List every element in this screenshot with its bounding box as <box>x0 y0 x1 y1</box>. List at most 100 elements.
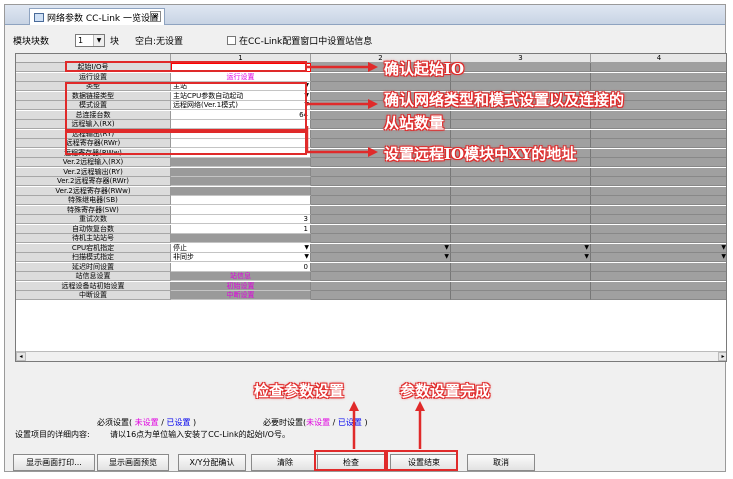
checkbox-icon[interactable] <box>227 36 236 45</box>
station1-cell[interactable] <box>171 158 311 167</box>
station-info-checkbox[interactable]: 在CC-Link配置窗口中设置站信息 <box>227 34 372 47</box>
table-row: 自动恢复台数 1 <box>16 224 726 234</box>
row-label: 自动恢复台数 <box>16 224 171 234</box>
print-button[interactable]: 显示画面打印... <box>13 454 95 471</box>
table-row: Ver.2远程输出(RY) <box>16 167 726 177</box>
station4-cell <box>591 272 726 281</box>
row-label: 扫描模式指定 <box>16 253 171 262</box>
station1-cell[interactable] <box>171 234 311 243</box>
station3-cell <box>451 129 591 139</box>
row-label: 特殊寄存器(SW) <box>16 205 171 215</box>
station1-cell[interactable]: 1 <box>171 224 311 234</box>
station1-cell[interactable]: 初始设置 <box>171 281 311 291</box>
station1-cell[interactable]: 运行设置 <box>171 72 311 82</box>
station4-cell: ▼ <box>591 243 726 253</box>
station1-cell[interactable]: 中断设置 <box>171 291 311 300</box>
cell-value: 运行设置 <box>226 72 255 81</box>
horizontal-scrollbar[interactable]: ◂ ▸ <box>16 351 726 361</box>
station1-cell[interactable]: 站信息 <box>171 272 311 281</box>
station3-cell <box>451 196 591 205</box>
table-row: Ver.2远程寄存器(RWr) <box>16 177 726 186</box>
checkbox-label: 在CC-Link配置窗口中设置站信息 <box>239 37 373 47</box>
table-row: 特殊寄存器(SW) <box>16 205 726 215</box>
table-row: 远程设备站初始设置 初始设置 <box>16 281 726 291</box>
chevron-down-icon[interactable]: ▼ <box>304 244 309 252</box>
chevron-down-icon: ▼ <box>721 253 726 260</box>
cell-value: 1 <box>303 224 308 233</box>
preview-button[interactable]: 显示画面预览 <box>97 454 169 471</box>
tab-bar: 网络参数 CC-Link 一览设置 × <box>5 5 725 25</box>
close-icon[interactable]: × <box>150 11 161 22</box>
annotation-network-type: 确认网络类型和模式设置以及连接的 <box>384 91 625 109</box>
cell-value: 0 <box>303 262 308 271</box>
table-row: 待机主站站号 <box>16 234 726 243</box>
station1-cell[interactable] <box>171 205 311 215</box>
station2-cell <box>311 177 451 186</box>
station4-cell: ▼ <box>591 253 726 262</box>
module-count-value: 1 <box>78 36 84 45</box>
clear-button[interactable]: 清除 <box>251 454 319 471</box>
station3-cell: ▼ <box>451 253 591 262</box>
station1-cell[interactable]: 0 <box>171 262 311 272</box>
scroll-right-icon[interactable]: ▸ <box>718 352 726 361</box>
highlight-network-type <box>65 82 307 131</box>
row-label: 延迟时间设置 <box>16 262 171 272</box>
station4-cell <box>591 167 726 177</box>
chevron-down-icon: ▼ <box>93 35 104 46</box>
station3-cell <box>451 63 591 72</box>
station1-cell[interactable]: 停止 ▼ <box>171 243 311 253</box>
row-label: 待机主站站号 <box>16 234 171 243</box>
station1-cell[interactable] <box>171 177 311 186</box>
station3-cell <box>451 215 591 224</box>
station2-cell <box>311 186 451 196</box>
row-label: Ver.2远程寄存器(RWw) <box>16 186 171 196</box>
station2-cell <box>311 291 451 300</box>
row-label: 远程设备站初始设置 <box>16 281 171 291</box>
annotation-network-type-2: 从站数量 <box>384 114 445 132</box>
scroll-left-icon[interactable]: ◂ <box>16 352 26 361</box>
station3-cell <box>451 281 591 291</box>
station2-cell <box>311 281 451 291</box>
row-label: 站信息设置 <box>16 272 171 281</box>
station1-cell[interactable] <box>171 167 311 177</box>
station2-cell <box>311 262 451 272</box>
station3-cell <box>451 272 591 281</box>
station1-cell[interactable]: 3 <box>171 215 311 224</box>
parameter-window: 网络参数 CC-Link 一览设置 × 模块块数 1 ▼ 块 空白:无设置 在C… <box>4 4 727 472</box>
station2-cell <box>311 234 451 243</box>
station4-cell <box>591 129 726 139</box>
chevron-down-icon: ▼ <box>444 243 449 251</box>
module-count-select[interactable]: 1 ▼ <box>75 34 105 47</box>
tab-network-params[interactable]: 网络参数 CC-Link 一览设置 × <box>29 8 165 25</box>
highlight-check-button <box>314 450 386 471</box>
table-row: 中断设置 中断设置 <box>16 291 726 300</box>
station3-cell <box>451 205 591 215</box>
station3-cell <box>451 186 591 196</box>
cancel-button[interactable]: 取消 <box>467 454 535 471</box>
chevron-down-icon[interactable]: ▼ <box>304 253 309 261</box>
station3-cell <box>451 167 591 177</box>
station3-cell <box>451 291 591 300</box>
station4-cell <box>591 262 726 272</box>
chevron-down-icon: ▼ <box>444 253 449 260</box>
table-row: 延迟时间设置 0 <box>16 262 726 272</box>
annotation-start-io: 确认起始IO <box>384 60 465 78</box>
station3-cell <box>451 234 591 243</box>
station2-cell: ▼ <box>311 243 451 253</box>
station4-cell <box>591 291 726 300</box>
station1-cell[interactable] <box>171 186 311 196</box>
xy-confirm-button[interactable]: X/Y分配确认 <box>178 454 246 471</box>
station1-cell[interactable]: 非同步 ▼ <box>171 253 311 262</box>
station4-cell <box>591 196 726 205</box>
network-icon <box>34 13 44 22</box>
station4-cell <box>591 186 726 196</box>
station4-cell <box>591 215 726 224</box>
station1-cell[interactable] <box>171 196 311 205</box>
station4-cell <box>591 158 726 167</box>
station3-cell <box>451 120 591 129</box>
annotation-check: 检查参数设置 <box>254 382 345 400</box>
optional-legend: 必要时设置(未设置 / 已设置 ) <box>263 418 368 427</box>
station4-cell <box>591 110 726 120</box>
station2-cell <box>311 205 451 215</box>
station4-cell <box>591 63 726 72</box>
